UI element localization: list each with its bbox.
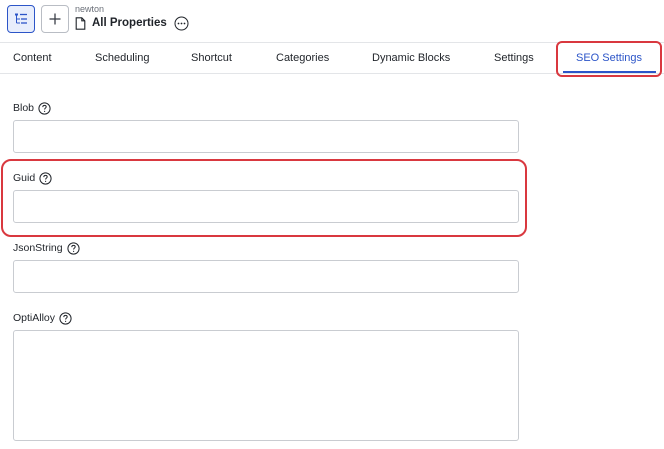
optialloy-label-text: OptiAlloy bbox=[13, 312, 56, 324]
seo-settings-tab-highlight bbox=[556, 41, 662, 77]
guid-field-highlight bbox=[1, 159, 527, 237]
breadcrumb-parent[interactable]: newton bbox=[75, 4, 104, 14]
tab-settings[interactable]: Settings bbox=[494, 43, 534, 73]
blob-input[interactable] bbox=[13, 120, 519, 153]
title-row: All Properties bbox=[75, 14, 189, 32]
jsonstring-input[interactable] bbox=[13, 260, 519, 293]
header: newton All Properties bbox=[0, 0, 664, 42]
blob-label-text: Blob bbox=[13, 102, 35, 114]
tab-categories[interactable]: Categories bbox=[276, 43, 329, 73]
tab-content[interactable]: Content bbox=[13, 43, 52, 73]
tab-dynamic-blocks[interactable]: Dynamic Blocks bbox=[372, 43, 450, 73]
tree-view-button[interactable] bbox=[7, 5, 35, 33]
blob-label: Blob bbox=[13, 100, 51, 116]
optialloy-textarea[interactable] bbox=[13, 330, 519, 441]
more-options-icon[interactable] bbox=[174, 16, 189, 31]
help-icon[interactable] bbox=[67, 241, 80, 255]
document-icon bbox=[75, 16, 86, 30]
plus-icon bbox=[48, 12, 62, 26]
page-title: All Properties bbox=[92, 17, 167, 29]
jsonstring-label: JsonString bbox=[13, 240, 80, 256]
jsonstring-label-text: JsonString bbox=[13, 242, 63, 254]
add-button[interactable] bbox=[41, 5, 69, 33]
help-icon[interactable] bbox=[38, 101, 51, 115]
tree-view-icon bbox=[14, 12, 28, 26]
optialloy-label: OptiAlloy bbox=[13, 310, 72, 326]
tab-shortcut[interactable]: Shortcut bbox=[191, 43, 232, 73]
help-icon[interactable] bbox=[59, 311, 72, 325]
tab-scheduling[interactable]: Scheduling bbox=[95, 43, 149, 73]
